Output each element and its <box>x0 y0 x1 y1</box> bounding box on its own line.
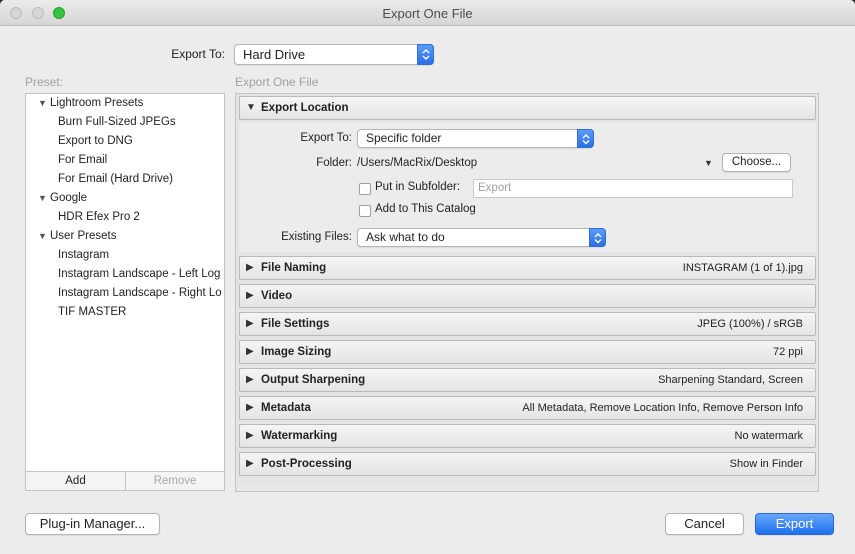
panel-caption: Export One File <box>235 75 319 89</box>
select-stepper-icon <box>589 228 606 247</box>
section-header-metadata[interactable]: ▶ Metadata All Metadata, Remove Location… <box>239 396 816 420</box>
preset-item[interactable]: Export to DNG <box>58 132 133 151</box>
horizontal-scrollbar[interactable] <box>236 483 818 491</box>
preset-folder-lightroom[interactable]: ▼ Lightroom Presets <box>38 94 143 113</box>
preset-caption: Preset: <box>25 75 64 89</box>
disclosure-down-icon: ▼ <box>246 102 256 113</box>
section-header-watermarking[interactable]: ▶ Watermarking No watermark <box>239 424 816 448</box>
section-header-image-sizing[interactable]: ▶ Image Sizing 72 ppi <box>239 340 816 364</box>
folder-path: /Users/MacRix/Desktop <box>357 157 478 169</box>
remove-preset-button[interactable]: Remove <box>126 472 224 490</box>
put-in-subfolder-checkbox[interactable] <box>359 183 371 195</box>
disclosure-right-icon: ▶ <box>246 458 254 469</box>
subfolder-name-input[interactable]: Export <box>473 179 793 198</box>
location-export-to-label: Export To: <box>300 132 352 144</box>
disclosure-right-icon: ▶ <box>246 374 254 385</box>
preset-panel: ▼ Lightroom Presets Burn Full-Sized JPEGs… <box>25 93 225 491</box>
preset-folder-google[interactable]: ▼ Google <box>38 189 87 208</box>
select-stepper-icon <box>577 129 594 148</box>
disclosure-right-icon: ▶ <box>246 290 254 301</box>
preset-button-bar: Add Remove <box>26 471 224 490</box>
section-header-file-settings[interactable]: ▶ File Settings JPEG (100%) / sRGB <box>239 312 816 336</box>
section-header-post-processing[interactable]: ▶ Post-Processing Show in Finder <box>239 452 816 476</box>
preset-item[interactable]: For Email (Hard Drive) <box>58 170 173 189</box>
section-header-file-naming[interactable]: ▶ File Naming INSTAGRAM (1 of 1).jpg <box>239 256 816 280</box>
section-header-export-location[interactable]: ▼ Export Location <box>239 96 816 120</box>
choose-folder-button[interactable]: Choose... <box>722 153 791 172</box>
disclosure-right-icon: ▶ <box>246 430 254 441</box>
preset-item[interactable]: Instagram Landscape - Left Log <box>58 265 220 284</box>
disclosure-down-icon: ▼ <box>38 193 47 203</box>
window-title: Export One File <box>382 6 473 21</box>
existing-files-value: Ask what to do <box>366 230 445 244</box>
preset-list[interactable]: ▼ Lightroom Presets Burn Full-Sized JPEGs… <box>26 94 224 472</box>
folder-recent-dropdown-icon[interactable]: ▼ <box>704 158 713 168</box>
export-to-label: Export To: <box>171 47 225 61</box>
section-header-video[interactable]: ▶ Video <box>239 284 816 308</box>
disclosure-right-icon: ▶ <box>246 346 254 357</box>
existing-files-label: Existing Files: <box>281 231 352 243</box>
preset-item[interactable]: Instagram <box>58 246 109 265</box>
export-to-select[interactable]: Hard Drive <box>234 44 434 65</box>
put-in-subfolder-label: Put in Subfolder: <box>375 181 461 193</box>
export-settings-panel: ▼ Export Location Export To: Specific fo… <box>235 93 819 492</box>
disclosure-right-icon: ▶ <box>246 262 254 273</box>
disclosure-down-icon: ▼ <box>38 231 47 241</box>
add-to-catalog-checkbox[interactable] <box>359 205 371 217</box>
section-header-output-sharpening[interactable]: ▶ Output Sharpening Sharpening Standard,… <box>239 368 816 392</box>
location-export-to-value: Specific folder <box>366 131 442 145</box>
preset-item[interactable]: Instagram Landscape - Right Lo <box>58 284 222 303</box>
disclosure-right-icon: ▶ <box>246 402 254 413</box>
disclosure-down-icon: ▼ <box>38 98 47 108</box>
export-location-body: Export To: Specific folder Folder: /User… <box>239 122 816 252</box>
folder-label: Folder: <box>316 157 352 169</box>
title-bar: Export One File <box>0 0 855 26</box>
export-to-value: Hard Drive <box>243 47 306 62</box>
preset-item[interactable]: TIF MASTER <box>58 303 126 322</box>
preset-item[interactable]: For Email <box>58 151 107 170</box>
cancel-button[interactable]: Cancel <box>665 513 744 535</box>
select-stepper-icon <box>417 44 434 65</box>
add-to-catalog-label: Add to This Catalog <box>375 203 476 215</box>
export-button[interactable]: Export <box>755 513 834 535</box>
export-dialog-window: Export One File Export To: Hard Drive Pr… <box>0 0 855 554</box>
location-export-to-select[interactable]: Specific folder <box>357 129 594 148</box>
preset-item[interactable]: Burn Full-Sized JPEGs <box>58 113 176 132</box>
add-preset-button[interactable]: Add <box>26 472 126 490</box>
preset-item[interactable]: HDR Efex Pro 2 <box>58 208 140 227</box>
preset-folder-user[interactable]: ▼ User Presets <box>38 227 116 246</box>
plugin-manager-button[interactable]: Plug-in Manager... <box>25 513 160 535</box>
existing-files-select[interactable]: Ask what to do <box>357 228 606 247</box>
disclosure-right-icon: ▶ <box>246 318 254 329</box>
